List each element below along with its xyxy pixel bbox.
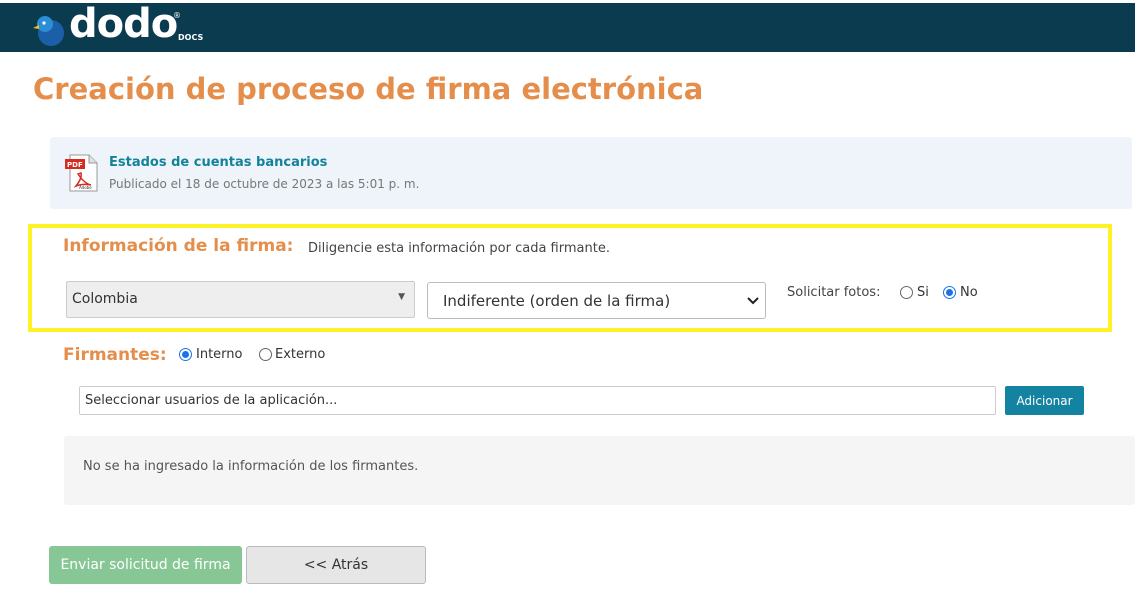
caret-down-icon: ▼ <box>398 292 405 302</box>
country-select-value: Colombia <box>72 291 138 307</box>
signers-label: Firmantes: <box>63 345 167 365</box>
signer-external-label: Externo <box>275 347 326 362</box>
svg-text:Adobe: Adobe <box>79 185 92 190</box>
registered-mark: ® <box>173 11 181 20</box>
pdf-icon: PDF Adobe <box>65 154 98 192</box>
add-signer-button[interactable]: Adicionar <box>1005 386 1084 415</box>
signature-info-label: Información de la firma: <box>63 236 294 256</box>
signers-empty-panel: No se ha ingresado la información de los… <box>64 436 1135 505</box>
country-select[interactable]: Colombia ▼ <box>66 281 415 318</box>
request-photos-label: Solicitar fotos: <box>787 285 881 300</box>
dodo-bird-icon <box>33 16 64 46</box>
send-signature-request-button[interactable]: Enviar solicitud de firma <box>49 546 242 584</box>
document-published-date: Publicado el 18 de octubre de 2023 a las… <box>109 177 420 191</box>
photos-yes-radio[interactable] <box>900 286 913 299</box>
signer-external-radio[interactable] <box>259 348 272 361</box>
user-search-input[interactable]: Seleccionar usuarios de la aplicación... <box>79 386 996 415</box>
signature-order-value: Indiferente (orden de la firma) <box>443 292 671 310</box>
photos-yes-label: Si <box>917 285 929 300</box>
logo-docs-label: DOCS <box>178 33 204 42</box>
signature-info-help: Diligencie esta información por cada fir… <box>308 241 610 256</box>
signature-order-select[interactable]: Indiferente (orden de la firma) <box>427 282 766 319</box>
svg-text:PDF: PDF <box>67 161 83 169</box>
document-name-link[interactable]: Estados de cuentas bancarios <box>109 155 327 170</box>
dodo-logo[interactable]: dodo ® DOCS <box>33 1 208 49</box>
empty-signers-message: No se ha ingresado la información de los… <box>83 459 419 474</box>
back-button[interactable]: << Atrás <box>246 546 426 584</box>
logo-wordmark: dodo <box>69 1 178 47</box>
document-card: PDF Adobe Estados de cuentas bancarios P… <box>50 137 1132 209</box>
signer-internal-radio[interactable] <box>179 348 192 361</box>
user-search-placeholder: Seleccionar usuarios de la aplicación... <box>85 393 338 408</box>
top-bar: dodo ® DOCS <box>0 1 1135 52</box>
page-title: Creación de proceso de firma electrónica <box>33 72 704 106</box>
photos-no-label: No <box>960 285 978 300</box>
photos-no-radio[interactable] <box>943 286 956 299</box>
signer-internal-label: Interno <box>196 347 243 362</box>
chevron-down-icon <box>747 297 759 305</box>
